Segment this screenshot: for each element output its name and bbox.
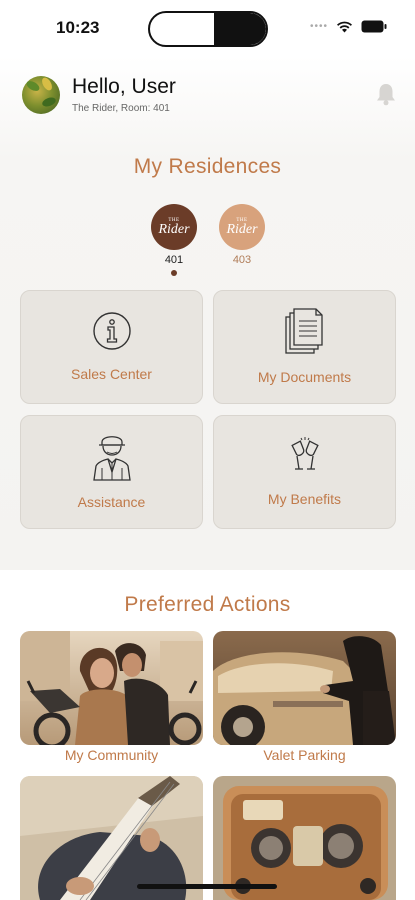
bell-icon[interactable] [375,82,397,111]
info-icon [92,311,132,356]
assistance-tile[interactable]: Assistance [20,415,203,529]
documents-icon [284,307,326,362]
residence-401-button[interactable]: THE Rider [151,204,197,250]
champagne-icon [285,436,325,481]
vintage-car-image [213,631,396,745]
valet-parking-card[interactable] [213,631,396,745]
card-label: My Community [64,747,159,763]
avatar-leaf [41,95,57,109]
tile-label: Sales Center [71,366,152,382]
tile-label: My Benefits [267,491,342,507]
wifi-icon [336,21,353,33]
music-card[interactable] [20,776,203,900]
status-bar: 10:23 •••• [0,0,415,56]
selected-indicator-dot [171,270,177,276]
residence-logo-text: Rider [226,222,258,237]
concierge-icon [90,432,134,487]
preferred-actions-title: Preferred Actions [124,593,291,616]
tile-label: My Documents [257,369,352,385]
vintage-radio-image [213,776,396,900]
residence-subtitle: The Rider, Room: 401 [72,103,170,114]
residence-label: 401 [164,254,184,266]
status-time: 10:23 [56,18,100,37]
residence-logo-text: Rider [158,222,190,237]
residence-label: 403 [232,254,252,266]
island-dark-segment [214,13,266,45]
my-benefits-tile[interactable]: My Benefits [213,415,396,529]
greeting-text: Hello, User [72,75,176,98]
residences-title: My Residences [133,155,282,178]
battery-icon [361,20,387,33]
dynamic-island [148,11,268,47]
residence-403-button[interactable]: THE Rider [219,204,265,250]
motorcycle-couple-image [20,631,203,745]
entertainment-card[interactable] [213,776,396,900]
my-documents-tile[interactable]: My Documents [213,290,396,404]
sales-center-tile[interactable]: Sales Center [20,290,203,404]
card-label: Valet Parking [263,747,346,763]
status-icons: •••• [310,20,387,33]
avatar[interactable] [22,76,60,114]
my-community-card[interactable] [20,631,203,745]
home-indicator[interactable] [137,884,277,889]
avatar-leaf [24,79,42,93]
guitar-image [20,776,203,900]
tile-label: Assistance [77,494,146,510]
cellular-dots-icon: •••• [309,21,328,32]
